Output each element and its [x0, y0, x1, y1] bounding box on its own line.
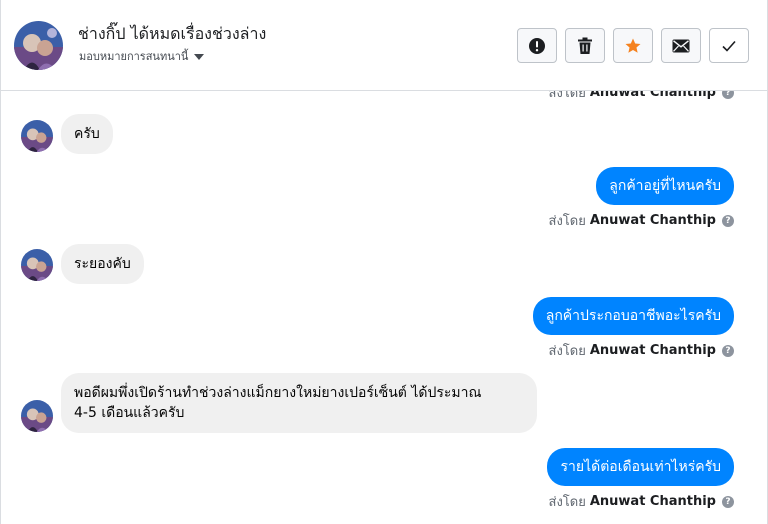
profile-photo-icon: [21, 400, 53, 432]
incoming-message: พอดีผมพึ่งเปิดร้านทำช่วงล่างแม็กยางใหม่ย…: [61, 373, 537, 433]
help-icon[interactable]: ?: [722, 495, 734, 508]
conversation-panel: ช่างกิ๊ป ได้หมดเรื่องช่วงล่าง มอบหมายการ…: [0, 0, 768, 524]
profile-photo-icon: [21, 249, 53, 281]
checkmark-icon: [722, 40, 736, 52]
sent-by-prefix: ส่งโดย: [548, 91, 586, 101]
sent-by-label: ส่งโดย Anuwat Chanthip ?: [549, 491, 734, 512]
sender-name: Anuwat Chanthip: [589, 91, 716, 100]
help-icon[interactable]: ?: [722, 91, 734, 99]
mark-done-button[interactable]: [709, 28, 749, 63]
sender-name: Anuwat Chanthip: [589, 343, 716, 358]
assign-conversation-label: มอบหมายการสนทนานี้: [79, 50, 189, 63]
avatar[interactable]: [14, 21, 63, 70]
avatar[interactable]: [21, 249, 53, 281]
conversation-title: ช่างกิ๊ป ได้หมดเรื่องช่วงล่าง: [78, 24, 267, 43]
sent-by-prefix: ส่งโดย: [548, 495, 586, 510]
avatar[interactable]: [21, 400, 53, 432]
envelope-icon: [672, 39, 690, 52]
sent-by-prefix: ส่งโดย: [548, 344, 586, 359]
sent-by-label: ส่งโดย Anuwat Chanthip ?: [549, 210, 734, 231]
message-line: 4-5 เดือนแล้วครับ: [74, 405, 185, 421]
trash-icon: [578, 37, 592, 54]
outgoing-message: ลูกค้าอยู่ที่ไหนครับ: [596, 167, 734, 205]
sender-name: Anuwat Chanthip: [589, 213, 716, 228]
message-line: พอดีผมพึ่งเปิดร้านทำช่วงล่างแม็กยางใหม่ย…: [74, 385, 482, 401]
exclamation-circle-icon: [529, 37, 545, 54]
outgoing-message: ลูกค้าประกอบอาชีพอะไรครับ: [532, 297, 734, 335]
assign-conversation-dropdown[interactable]: มอบหมายการสนทนานี้: [79, 47, 205, 65]
incoming-message: ระยองคับ: [61, 244, 144, 284]
report-button[interactable]: [517, 28, 557, 63]
star-icon: [625, 38, 641, 53]
message-thread[interactable]: ส่งโดย Anuwat Chanthip ? ครับ ลูกค้าอยู่…: [1, 91, 767, 524]
conversation-header: ช่างกิ๊ป ได้หมดเรื่องช่วงล่าง มอบหมายการ…: [1, 0, 767, 91]
sent-by-label: ส่งโดย Anuwat Chanthip ?: [549, 91, 734, 103]
header-actions: [517, 28, 749, 63]
sent-by-prefix: ส่งโดย: [548, 214, 586, 229]
help-icon[interactable]: ?: [722, 344, 734, 357]
help-icon[interactable]: ?: [722, 214, 734, 227]
delete-button[interactable]: [565, 28, 605, 63]
profile-photo-icon: [14, 21, 63, 70]
mail-button[interactable]: [661, 28, 701, 63]
sender-name: Anuwat Chanthip: [589, 494, 716, 509]
profile-photo-icon: [21, 120, 53, 152]
incoming-message: ครับ: [61, 114, 113, 154]
star-button[interactable]: [613, 28, 653, 63]
sent-by-label: ส่งโดย Anuwat Chanthip ?: [549, 340, 734, 361]
outgoing-message: รายได้ต่อเดือนเท่าไหร่ครับ: [547, 448, 734, 486]
avatar[interactable]: [21, 120, 53, 152]
caret-down-icon: [194, 54, 205, 60]
